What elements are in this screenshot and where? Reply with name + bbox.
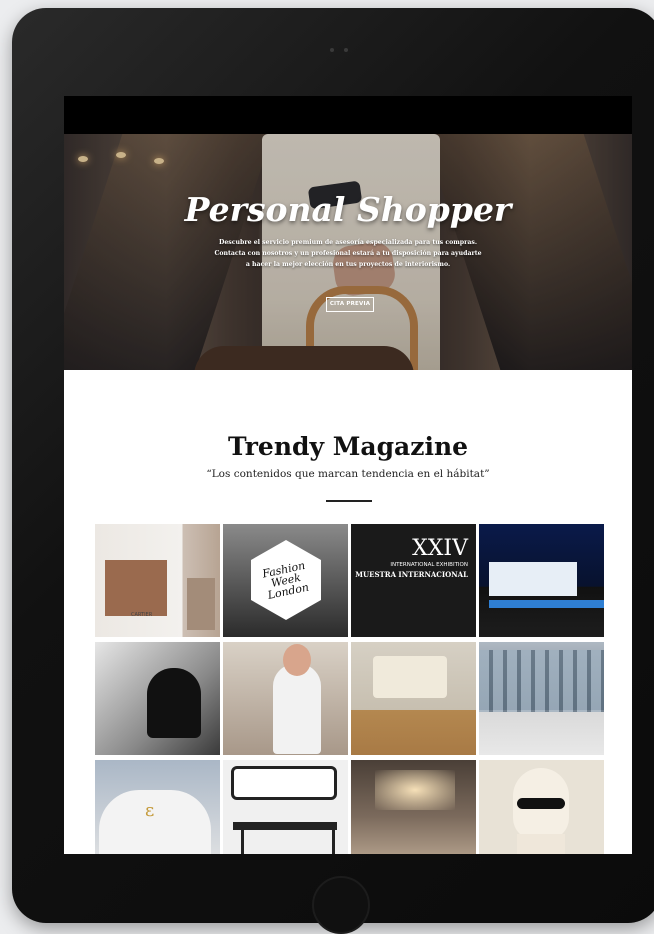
magazine-tile[interactable]: [223, 760, 348, 854]
magazine-tile[interactable]: CARTIER: [95, 524, 220, 637]
magazine-tile[interactable]: Fashion Week London: [223, 524, 348, 637]
magazine-tile[interactable]: XXIV INTERNATIONAL EXHIBITION MUESTRA IN…: [351, 524, 476, 637]
screen: Personal Shopper Descubre el servicio pr…: [64, 96, 632, 854]
tile-caption: XXIV: [412, 536, 468, 561]
tile-caption: INTERNATIONAL EXHIBITION: [390, 562, 468, 568]
magazine-tile[interactable]: [479, 642, 604, 755]
magazine-tile[interactable]: [479, 524, 604, 637]
home-button[interactable]: [312, 876, 370, 934]
tablet-frame: Personal Shopper Descubre el servicio pr…: [12, 8, 654, 934]
magazine-tile[interactable]: [223, 642, 348, 755]
section-divider: [326, 500, 372, 502]
logo-icon: ε: [145, 800, 155, 821]
magazine-subtitle: “Los contenidos que marcan tendencia en …: [206, 468, 490, 480]
hero-description: Descubre el servicio premium de asesoría…: [214, 239, 482, 268]
hero-title: Personal Shopper: [184, 190, 512, 229]
magazine-tile[interactable]: [95, 642, 220, 755]
magazine-tile[interactable]: [479, 760, 604, 854]
magazine-title: Trendy Magazine: [227, 432, 469, 461]
tile-caption: MUESTRA INTERNACIONAL: [355, 570, 468, 579]
magazine-tile[interactable]: [351, 642, 476, 755]
magazine-tile[interactable]: [351, 760, 476, 854]
hero-banner: Personal Shopper Descubre el servicio pr…: [64, 134, 632, 370]
tile-caption: CARTIER: [131, 612, 153, 618]
magazine-grid: CARTIER Fashion Week London XXIV INTERNA…: [95, 524, 604, 854]
magazine-section: Trendy Magazine “Los contenidos que marc…: [64, 370, 632, 854]
top-bar: [64, 96, 632, 134]
camera-icon: [330, 48, 348, 54]
magazine-tile[interactable]: ε: [95, 760, 220, 854]
cita-previa-button[interactable]: CITA PREVIA: [326, 297, 374, 312]
